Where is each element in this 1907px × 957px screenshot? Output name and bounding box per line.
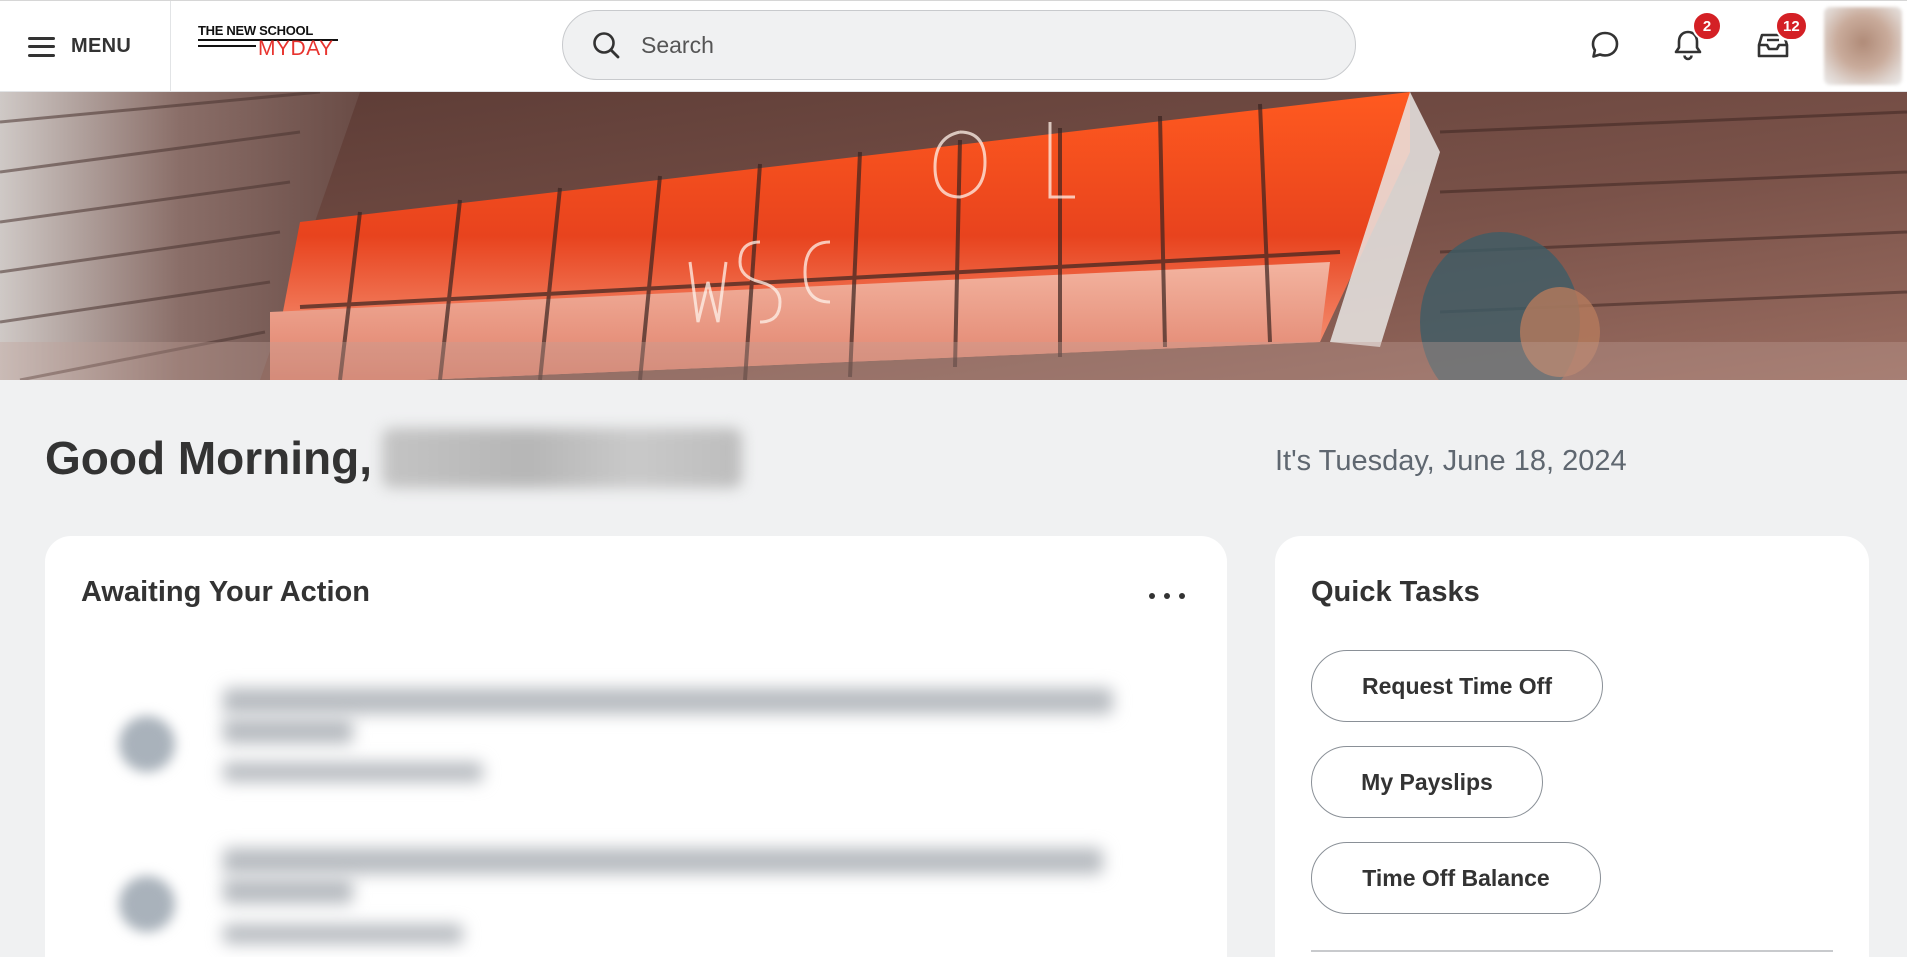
- card-title: Quick Tasks: [1311, 576, 1480, 608]
- card-title: Awaiting Your Action: [81, 576, 370, 608]
- awaiting-action-card: Awaiting Your Action: [45, 536, 1227, 957]
- inbox-button[interactable]: 12: [1753, 11, 1808, 65]
- redacted-text: [223, 718, 353, 744]
- current-date: It's Tuesday, June 18, 2024: [1275, 445, 1627, 477]
- logo-rule: [198, 45, 256, 47]
- greeting: Good Morning,: [45, 428, 743, 488]
- time-off-balance-button[interactable]: Time Off Balance: [1311, 842, 1601, 914]
- task-icon: [119, 876, 175, 932]
- search-input[interactable]: [641, 31, 1321, 59]
- redacted-text: [223, 762, 483, 782]
- redacted-text: [223, 848, 1103, 874]
- user-name-redacted: [382, 428, 743, 488]
- hero-banner-image: [0, 92, 1907, 380]
- redacted-text: [223, 878, 353, 904]
- chat-bubble-icon: [1591, 31, 1619, 58]
- hamburger-icon: [28, 36, 55, 57]
- search-icon: [593, 32, 620, 59]
- more-horizontal-icon: [1149, 593, 1155, 599]
- inbox-badge: 12: [1775, 11, 1808, 41]
- my-payslips-button[interactable]: My Payslips: [1311, 746, 1543, 818]
- redacted-text: [223, 924, 463, 944]
- task-icon: [119, 716, 175, 772]
- redacted-text: [223, 688, 1113, 714]
- chat-button[interactable]: [1585, 25, 1625, 65]
- building-facade-image: [0, 92, 1907, 380]
- menu-button[interactable]: MENU: [0, 1, 171, 92]
- school-logo[interactable]: THE NEW SCHOOL MYDAY: [198, 23, 340, 63]
- request-time-off-button[interactable]: Request Time Off: [1311, 650, 1603, 722]
- notifications-badge: 2: [1692, 11, 1722, 41]
- notifications-button[interactable]: 2: [1668, 11, 1722, 65]
- avatar[interactable]: [1824, 7, 1902, 85]
- list-item[interactable]: [105, 836, 1145, 957]
- search-bar[interactable]: [562, 10, 1356, 80]
- more-options-button[interactable]: [1149, 584, 1185, 608]
- greeting-text: Good Morning,: [45, 432, 373, 484]
- divider: [1311, 950, 1833, 952]
- menu-label: MENU: [71, 35, 132, 57]
- quick-tasks-card: Quick Tasks Request Time Off My Payslips…: [1275, 536, 1869, 957]
- top-bar: MENU THE NEW SCHOOL MYDAY 2 12: [0, 0, 1907, 92]
- logo-line2: MYDAY: [258, 37, 334, 60]
- list-item[interactable]: [105, 676, 1145, 806]
- logo-line1: THE NEW SCHOOL: [198, 23, 313, 38]
